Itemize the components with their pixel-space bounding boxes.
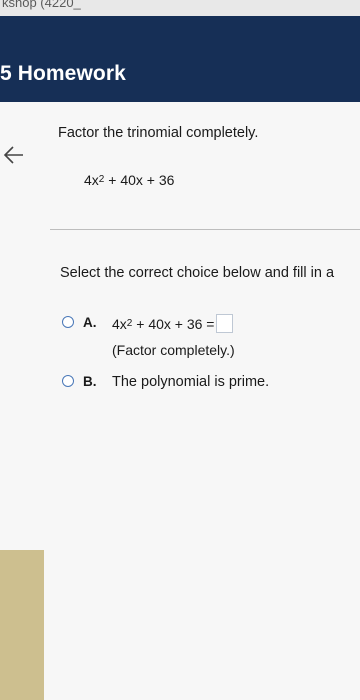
app-header: 5 Homework [0, 16, 360, 102]
question-panel [0, 102, 360, 700]
choice-letter: A. [83, 315, 97, 330]
expression-term: 4x [112, 316, 127, 333]
choice-a-hint: (Factor completely.) [112, 342, 235, 358]
answer-input[interactable] [216, 314, 234, 333]
arrow-left-icon[interactable] [3, 144, 25, 166]
radio-button-icon[interactable] [62, 316, 74, 328]
section-divider [50, 229, 360, 230]
choice-a[interactable]: A. 4x2 + 40x + 36 = (Factor completely.) [62, 314, 352, 358]
question-expression: 4x2 + 40x + 36 [84, 172, 174, 188]
expression-exponent: 2 [126, 318, 133, 330]
expression-term: 4x [84, 172, 99, 188]
expression-rest: + 40x + 36 [104, 172, 175, 188]
choice-b[interactable]: B. The polynomial is prime. [62, 374, 352, 400]
question-prompt: Factor the trinomial completely. [58, 125, 259, 141]
expression-exponent: 2 [98, 174, 105, 185]
side-strip [0, 550, 44, 700]
expression-rest: + 40x + 36 = [132, 316, 215, 333]
browser-tab[interactable]: kshop (4220_ [0, 0, 360, 16]
choice-letter: B. [83, 374, 97, 389]
choice-b-text: The polynomial is prime. [112, 374, 270, 390]
radio-button-icon[interactable] [62, 375, 74, 387]
browser-tab-title: kshop (4220_ [2, 0, 81, 10]
choice-a-expression: 4x2 + 40x + 36 = [112, 314, 234, 335]
page-title: 5 Homework [0, 62, 126, 85]
instruction-text: Select the correct choice below and fill… [60, 265, 335, 281]
